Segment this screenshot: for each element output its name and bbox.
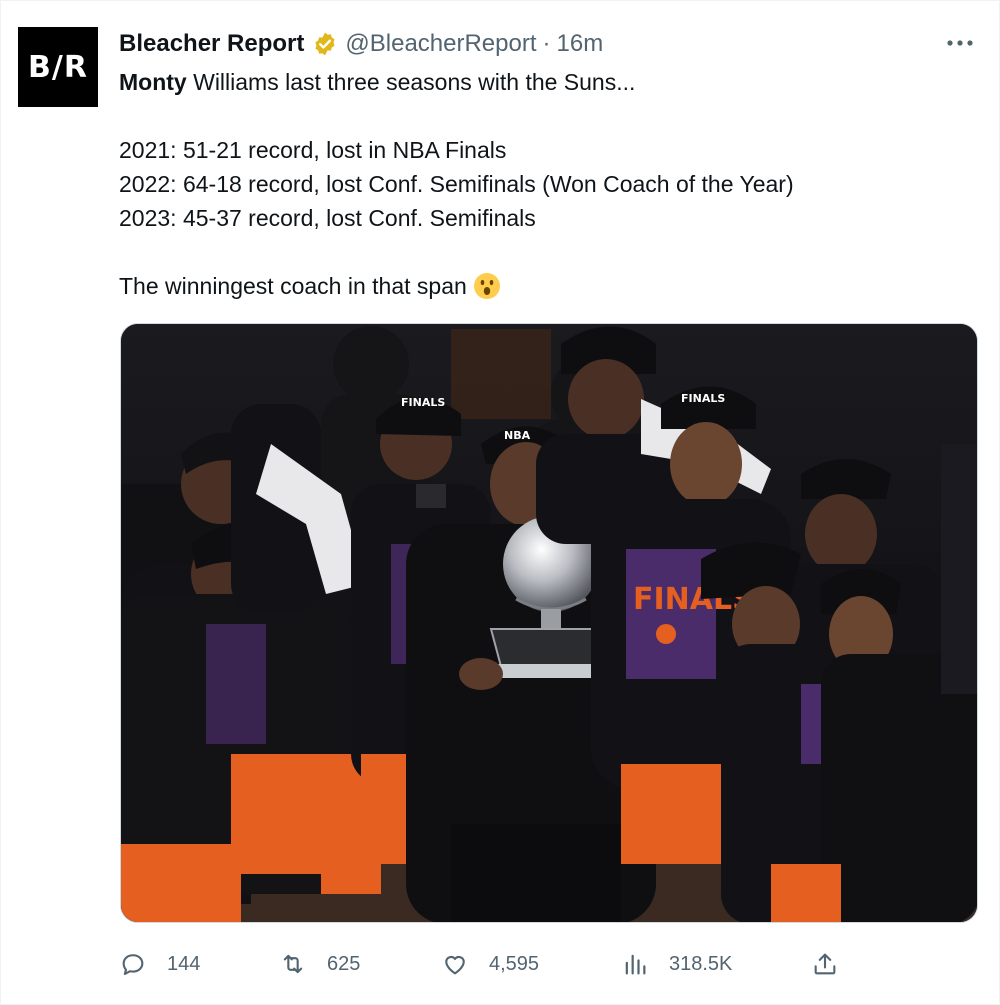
like-count: 4,595 bbox=[489, 952, 540, 975]
header-separator: · bbox=[542, 30, 551, 57]
author-name[interactable]: Bleacher Report bbox=[119, 30, 304, 58]
season-2022: 2022: 64-18 record, lost Conf. Semifinal… bbox=[119, 171, 794, 197]
mention-monty: Monty bbox=[119, 69, 187, 95]
views-button[interactable]: 318.5K bbox=[621, 946, 732, 982]
tweet-header: Bleacher Report @BleacherReport · 16m bbox=[119, 29, 603, 59]
avatar[interactable]: B/R bbox=[18, 27, 98, 107]
tweet-actions: 144 625 4,595 318.5K bbox=[119, 946, 849, 982]
season-2023: 2023: 45-37 record, lost Conf. Semifinal… bbox=[119, 205, 536, 231]
avatar-logo-text: B/R bbox=[28, 49, 88, 85]
share-icon bbox=[814, 953, 836, 975]
tweet-photo[interactable]: FINALS NBA FINALS FINALS bbox=[120, 323, 978, 923]
more-options-button[interactable] bbox=[945, 29, 975, 57]
retweet-icon bbox=[283, 954, 303, 974]
retweet-count: 625 bbox=[327, 952, 361, 975]
coach-hat-text: NBA bbox=[504, 429, 531, 442]
tweet-text: Monty Williams last three seasons with t… bbox=[119, 65, 979, 303]
reply-button[interactable]: 144 bbox=[119, 946, 200, 982]
tweet-intro-line: Monty Williams last three seasons with t… bbox=[119, 65, 979, 99]
season-2021: 2021: 51-21 record, lost in NBA Finals bbox=[119, 137, 507, 163]
closing-line: The winningest coach in that span bbox=[119, 269, 979, 303]
views-count: 318.5K bbox=[669, 952, 733, 975]
astonished-face-emoji bbox=[473, 273, 500, 299]
like-button[interactable]: 4,595 bbox=[441, 946, 539, 982]
tweet-card[interactable]: B/R Bleacher Report @BleacherReport · 16… bbox=[0, 0, 1000, 1005]
more-icon bbox=[947, 40, 973, 46]
reply-icon bbox=[122, 954, 144, 975]
hat-logo-text: FINALS bbox=[401, 396, 445, 409]
author-handle[interactable]: @BleacherReport bbox=[345, 30, 536, 58]
retweet-button[interactable]: 625 bbox=[279, 946, 360, 982]
share-button[interactable] bbox=[811, 946, 839, 982]
team-celebration-photo: FINALS NBA FINALS FINALS bbox=[121, 324, 977, 922]
closing-text: The winningest coach in that span bbox=[119, 273, 467, 299]
reply-count: 144 bbox=[167, 952, 201, 975]
views-icon bbox=[625, 954, 646, 975]
like-icon bbox=[445, 955, 465, 975]
player-hat-text: FINALS bbox=[681, 392, 725, 405]
tweet-timestamp[interactable]: 16m bbox=[557, 30, 604, 58]
intro-text: Williams last three seasons with the Sun… bbox=[186, 69, 636, 95]
verified-icon bbox=[315, 32, 335, 56]
